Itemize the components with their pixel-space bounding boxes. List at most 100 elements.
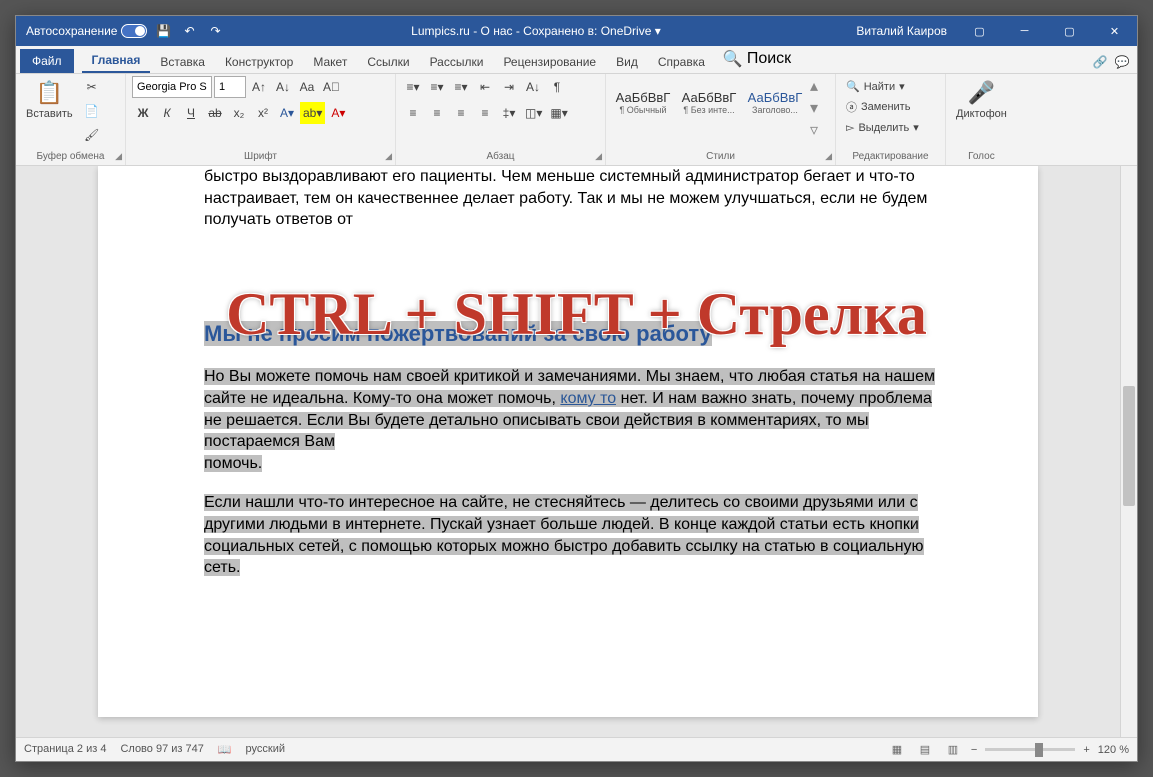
group-styles-label: Стили — [606, 149, 835, 164]
cut-button[interactable]: ✂ — [81, 76, 103, 98]
style-name: ¶ Обычный — [619, 105, 666, 115]
ribbon-display-icon[interactable]: ▢ — [957, 16, 1002, 46]
tab-review[interactable]: Рецензирование — [493, 51, 606, 73]
style-heading[interactable]: АаБбВвГ Заголово... — [744, 76, 806, 128]
page-indicator[interactable]: Страница 2 из 4 — [24, 743, 106, 756]
italic-button[interactable]: К — [156, 102, 178, 124]
shrink-font-button[interactable]: A↓ — [272, 76, 294, 98]
minimize-button[interactable]: ─ — [1002, 16, 1047, 46]
microphone-icon: 🎤 — [968, 80, 995, 106]
document-title: Lumpics.ru - О нас - Сохранено в: OneDri… — [225, 24, 846, 38]
user-name[interactable]: Виталий Каиров — [846, 24, 957, 38]
copy-button[interactable]: 📄 — [81, 100, 103, 122]
styles-more-icon[interactable]: ▿ — [810, 120, 818, 140]
font-name-input[interactable] — [132, 76, 212, 98]
hyperlink[interactable]: кому то — [560, 390, 616, 407]
paragraph-launcher-icon[interactable]: ◢ — [595, 151, 602, 162]
word-count[interactable]: Слово 97 из 747 — [120, 743, 203, 756]
find-button[interactable]: 🔍Найти ▾ — [842, 78, 923, 95]
paragraph: помочь. — [204, 453, 948, 475]
underline-button[interactable]: Ч — [180, 102, 202, 124]
tab-file[interactable]: Файл — [20, 49, 74, 73]
text-effects-button[interactable]: A▾ — [276, 102, 298, 124]
replace-button[interactable]: ⓐЗаменить — [842, 97, 923, 117]
page[interactable]: быстро выздоравливают его пациенты. Чем … — [98, 166, 1038, 717]
line-spacing-button[interactable]: ‡▾ — [498, 102, 520, 124]
group-clipboard-label: Буфер обмена — [16, 149, 125, 164]
numbering-button[interactable]: ≡▾ — [426, 76, 448, 98]
redo-icon[interactable]: ↷ — [205, 21, 225, 41]
document-scroll[interactable]: быстро выздоравливают его пациенты. Чем … — [16, 166, 1120, 737]
tab-layout[interactable]: Макет — [303, 51, 357, 73]
clipboard-launcher-icon[interactable]: ◢ — [115, 151, 122, 162]
zoom-in-button[interactable]: + — [1083, 744, 1089, 756]
bullets-button[interactable]: ≡▾ — [402, 76, 424, 98]
highlight-button[interactable]: ab▾ — [300, 102, 325, 124]
font-launcher-icon[interactable]: ◢ — [385, 151, 392, 162]
print-layout-icon[interactable]: ▤ — [915, 741, 935, 759]
grow-font-button[interactable]: A↑ — [248, 76, 270, 98]
save-icon[interactable]: 💾 — [153, 21, 173, 41]
zoom-out-button[interactable]: − — [971, 744, 977, 756]
superscript-button[interactable]: x² — [252, 102, 274, 124]
autosave-toggle[interactable]: Автосохранение — [26, 24, 147, 38]
tab-help[interactable]: Справка — [648, 51, 715, 73]
clipboard-icon: 📋 — [36, 80, 63, 106]
share-button[interactable]: 🔗 — [1089, 51, 1111, 73]
borders-button[interactable]: ▦▾ — [547, 102, 570, 124]
spell-check-icon[interactable]: 📖 — [218, 743, 232, 756]
autosave-label: Автосохранение — [26, 24, 117, 38]
comments-button[interactable]: 💬 — [1111, 51, 1133, 73]
align-left-button[interactable]: ≡ — [402, 102, 424, 124]
indent-inc-button[interactable]: ⇥ — [498, 76, 520, 98]
dictate-button[interactable]: 🎤 Диктофон — [952, 76, 1011, 124]
group-paragraph-label: Абзац — [396, 149, 605, 164]
clear-format-button[interactable]: A⃠ — [320, 76, 343, 98]
paste-button[interactable]: 📋 Вставить — [22, 76, 77, 124]
show-marks-button[interactable]: ¶ — [546, 76, 568, 98]
tab-view[interactable]: Вид — [606, 51, 648, 73]
tab-home[interactable]: Главная — [82, 49, 151, 73]
bold-button[interactable]: Ж — [132, 102, 154, 124]
align-center-button[interactable]: ≡ — [426, 102, 448, 124]
styles-launcher-icon[interactable]: ◢ — [825, 151, 832, 162]
web-layout-icon[interactable]: ▥ — [943, 741, 963, 759]
search-box[interactable]: 🔍 Поиск — [715, 45, 799, 73]
scrollbar-thumb[interactable] — [1123, 386, 1135, 506]
indent-dec-button[interactable]: ⇤ — [474, 76, 496, 98]
style-normal[interactable]: АаБбВвГ ¶ Обычный — [612, 76, 674, 128]
vertical-scrollbar[interactable] — [1120, 166, 1137, 737]
sort-button[interactable]: A↓ — [522, 76, 544, 98]
strike-button[interactable]: ab — [204, 102, 226, 124]
zoom-slider[interactable] — [985, 748, 1075, 751]
read-mode-icon[interactable]: ▦ — [887, 741, 907, 759]
multilevel-button[interactable]: ≡▾ — [450, 76, 472, 98]
tab-insert[interactable]: Вставка — [150, 51, 215, 73]
close-button[interactable]: ✕ — [1092, 16, 1137, 46]
styles-down-icon[interactable]: ▾ — [810, 98, 818, 118]
toggle-switch-icon — [121, 24, 147, 38]
align-right-button[interactable]: ≡ — [450, 102, 472, 124]
tab-design[interactable]: Конструктор — [215, 51, 303, 73]
justify-button[interactable]: ≡ — [474, 102, 496, 124]
tab-mailings[interactable]: Рассылки — [420, 51, 494, 73]
style-name: Заголово... — [752, 105, 798, 115]
change-case-button[interactable]: Aa — [296, 76, 318, 98]
styles-up-icon[interactable]: ▴ — [810, 76, 818, 96]
font-color-button[interactable]: A▾ — [327, 102, 349, 124]
style-nospace[interactable]: АаБбВвГ ¶ Без инте... — [678, 76, 740, 128]
font-size-input[interactable] — [214, 76, 246, 98]
format-painter-button[interactable]: 🖌 — [81, 124, 103, 146]
tab-references[interactable]: Ссылки — [357, 51, 419, 73]
maximize-button[interactable]: ▢ — [1047, 16, 1092, 46]
language-indicator[interactable]: русский — [246, 743, 285, 756]
zoom-level[interactable]: 120 % — [1098, 744, 1129, 756]
shading-button[interactable]: ◫▾ — [522, 102, 545, 124]
style-preview: АаБбВвГ — [748, 90, 803, 105]
select-button[interactable]: ▻Выделить ▾ — [842, 119, 923, 136]
app-window: Автосохранение 💾 ↶ ↷ Lumpics.ru - О нас … — [15, 15, 1138, 762]
group-editing-label: Редактирование — [836, 149, 945, 164]
undo-icon[interactable]: ↶ — [179, 21, 199, 41]
subscript-button[interactable]: x₂ — [228, 102, 250, 124]
titlebar: Автосохранение 💾 ↶ ↷ Lumpics.ru - О нас … — [16, 16, 1137, 46]
